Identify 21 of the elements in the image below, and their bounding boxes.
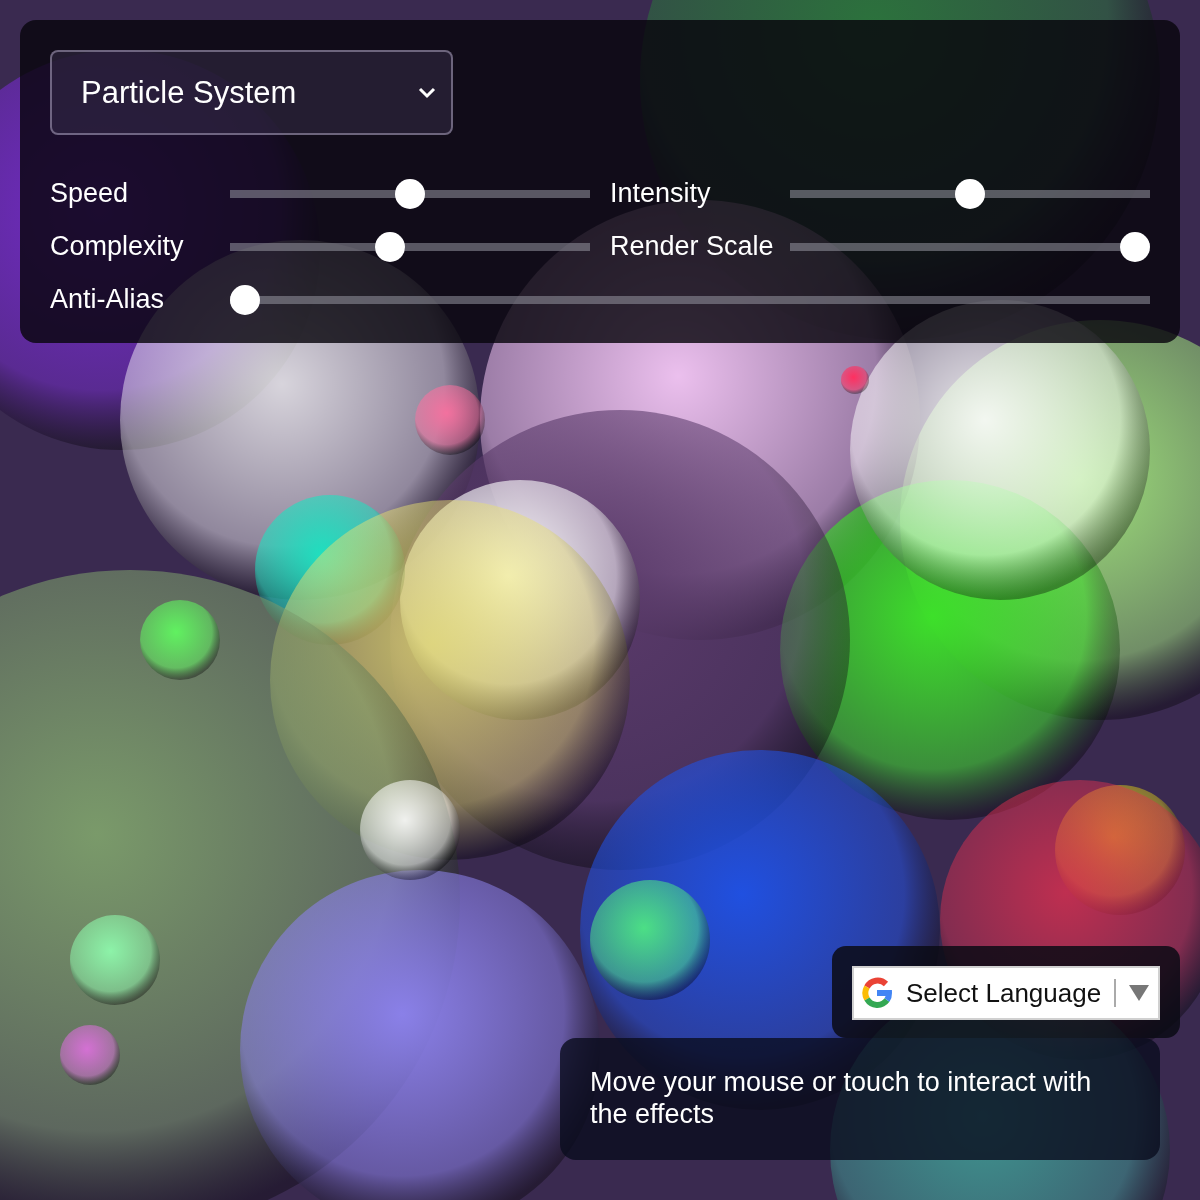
slider-thumb[interactable]: [955, 178, 985, 209]
slider-thumb[interactable]: [230, 284, 260, 315]
slider-label: Speed: [50, 178, 130, 209]
effect-dropdown[interactable]: Particle System: [50, 50, 453, 135]
chevron-down-icon: [417, 85, 437, 100]
slider-label: Intensity: [610, 178, 712, 209]
slider-label: Anti-Alias: [50, 284, 166, 315]
slider-label: Render Scale: [610, 231, 775, 262]
slider-thumb[interactable]: [395, 178, 425, 209]
slider[interactable]: [230, 178, 590, 209]
hint-text: Move your mouse or touch to interact with the effects: [560, 1038, 1160, 1160]
language-dropdown[interactable]: Select Language: [852, 966, 1160, 1020]
slider-label: Complexity: [50, 231, 185, 262]
g-logo-icon: [860, 976, 894, 1010]
slider-thumb[interactable]: [375, 231, 406, 262]
slider[interactable]: [230, 284, 1150, 315]
slider-thumb[interactable]: [1120, 231, 1150, 262]
slider[interactable]: [790, 178, 1150, 209]
slider[interactable]: [790, 231, 1150, 262]
slider[interactable]: [230, 231, 590, 262]
dropdown-triangle-icon: [1128, 984, 1150, 1002]
